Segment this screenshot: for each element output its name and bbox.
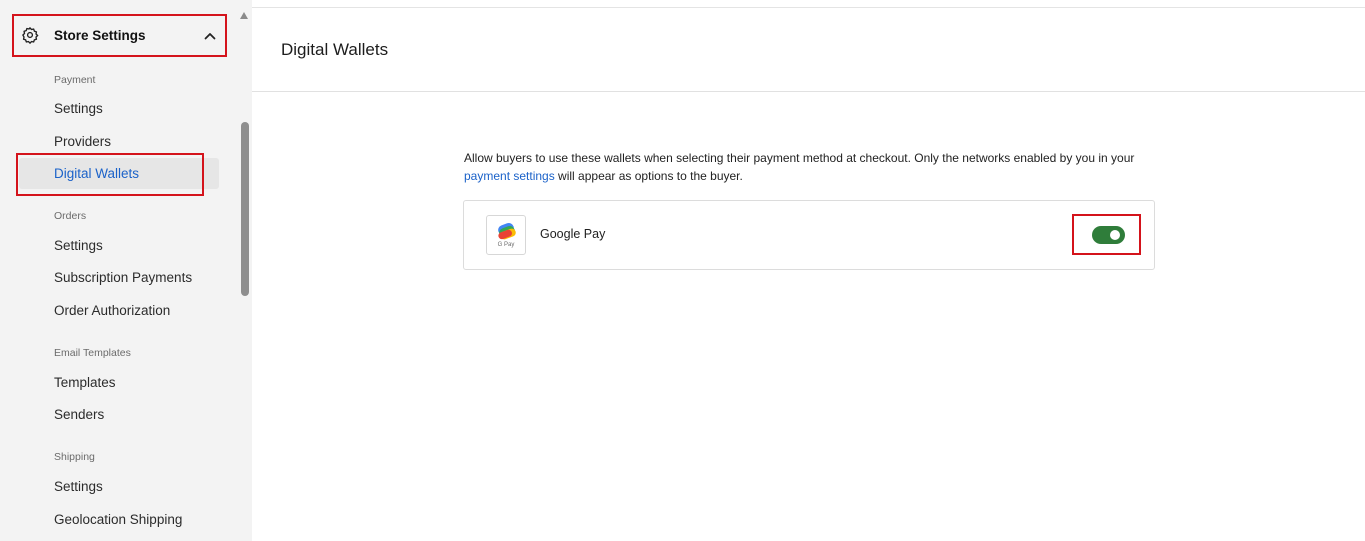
sidebar: Store Settings Payment Settings Provider… <box>0 0 237 541</box>
sidebar-item-digital-wallets[interactable]: Digital Wallets <box>54 166 139 181</box>
sidebar-item-subscription-payments[interactable]: Subscription Payments <box>54 270 192 285</box>
top-divider <box>252 7 1365 8</box>
store-settings-header[interactable]: Store Settings <box>12 14 227 57</box>
section-title-email-templates: Email Templates <box>54 347 131 359</box>
sidebar-item-shipping-settings[interactable]: Settings <box>54 479 103 494</box>
sidebar-item-order-authorization[interactable]: Order Authorization <box>54 303 170 318</box>
payment-settings-link[interactable]: payment settings <box>464 169 555 183</box>
title-divider <box>252 91 1365 92</box>
sidebar-item-templates[interactable]: Templates <box>54 375 116 390</box>
description-text-end: will appear as options to the buyer. <box>554 169 743 183</box>
sidebar-item-providers[interactable]: Providers <box>54 134 111 149</box>
chevron-up-icon[interactable] <box>202 28 218 44</box>
wallet-name: Google Pay <box>540 227 606 241</box>
google-pay-logo-text: G Pay <box>497 242 515 248</box>
scrollbar-thumb[interactable] <box>241 122 249 296</box>
toggle-knob <box>1110 230 1120 240</box>
sidebar-item-senders[interactable]: Senders <box>54 407 104 422</box>
section-title-payment: Payment <box>54 74 96 86</box>
google-pay-logo: G Pay <box>486 215 526 255</box>
section-title-orders: Orders <box>54 210 87 222</box>
wallets-description: Allow buyers to use these wallets when s… <box>464 149 1164 185</box>
google-pay-toggle[interactable] <box>1092 226 1125 244</box>
page-title: Digital Wallets <box>281 40 389 59</box>
wallet-card-google-pay: G Pay Google Pay <box>463 200 1155 270</box>
sidebar-item-payment-settings[interactable]: Settings <box>54 101 103 116</box>
scroll-up-arrow-icon[interactable] <box>240 12 248 19</box>
store-settings-label: Store Settings <box>54 28 146 43</box>
section-title-shipping: Shipping <box>54 451 95 463</box>
google-pay-wallet-icon <box>498 222 516 240</box>
gear-icon <box>22 27 39 44</box>
description-text-start: Allow buyers to use these wallets when s… <box>464 151 1135 165</box>
sidebar-item-geolocation-shipping[interactable]: Geolocation Shipping <box>54 512 182 527</box>
sidebar-item-orders-settings[interactable]: Settings <box>54 238 103 253</box>
